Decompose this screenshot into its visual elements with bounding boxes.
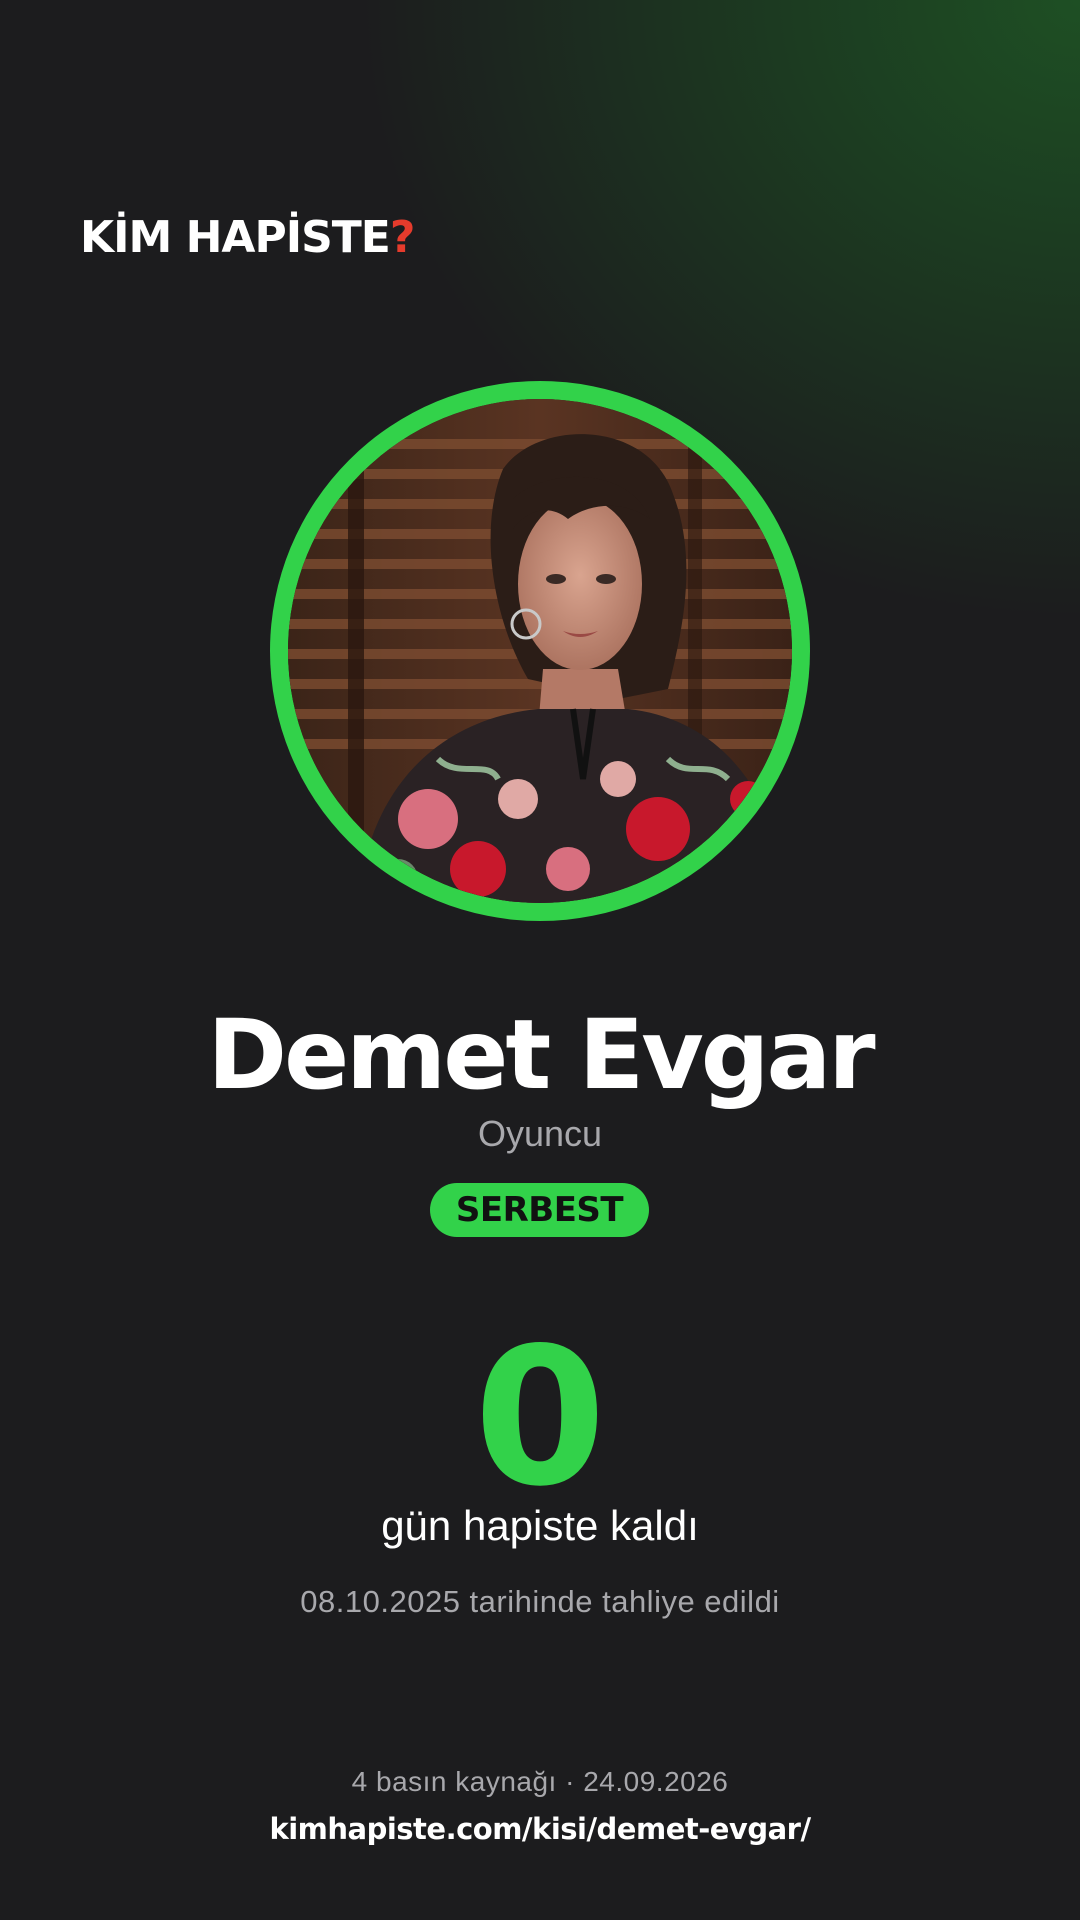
portrait-photo-icon <box>288 399 792 903</box>
person-name: Demet Evgar <box>207 999 875 1111</box>
share-card: KİM HAPİSTE? Demet Evgar Oyuncu SERBEST … <box>0 0 1080 1920</box>
person-role: Oyuncu <box>477 1113 603 1154</box>
logo-question-mark: ? <box>389 212 416 263</box>
release-date-text: 08.10.2025 tarihinde tahliye edildi <box>300 1584 780 1619</box>
days-count-label: gün hapiste kaldı <box>381 1502 699 1549</box>
profile-url-link[interactable]: kimhapiste.com/kisi/demet-evgar/ <box>0 1810 1080 1848</box>
avatar-status-ring <box>270 381 810 921</box>
logo-text: KİM HAPİSTE <box>80 212 391 263</box>
sources-info: 4 basın kaynağı · 24.09.2026 <box>351 1766 729 1797</box>
days-count: 0 <box>473 1307 607 1528</box>
status-badge: SERBEST <box>430 1183 649 1237</box>
site-logo: KİM HAPİSTE? <box>80 212 416 263</box>
avatar <box>288 399 792 903</box>
